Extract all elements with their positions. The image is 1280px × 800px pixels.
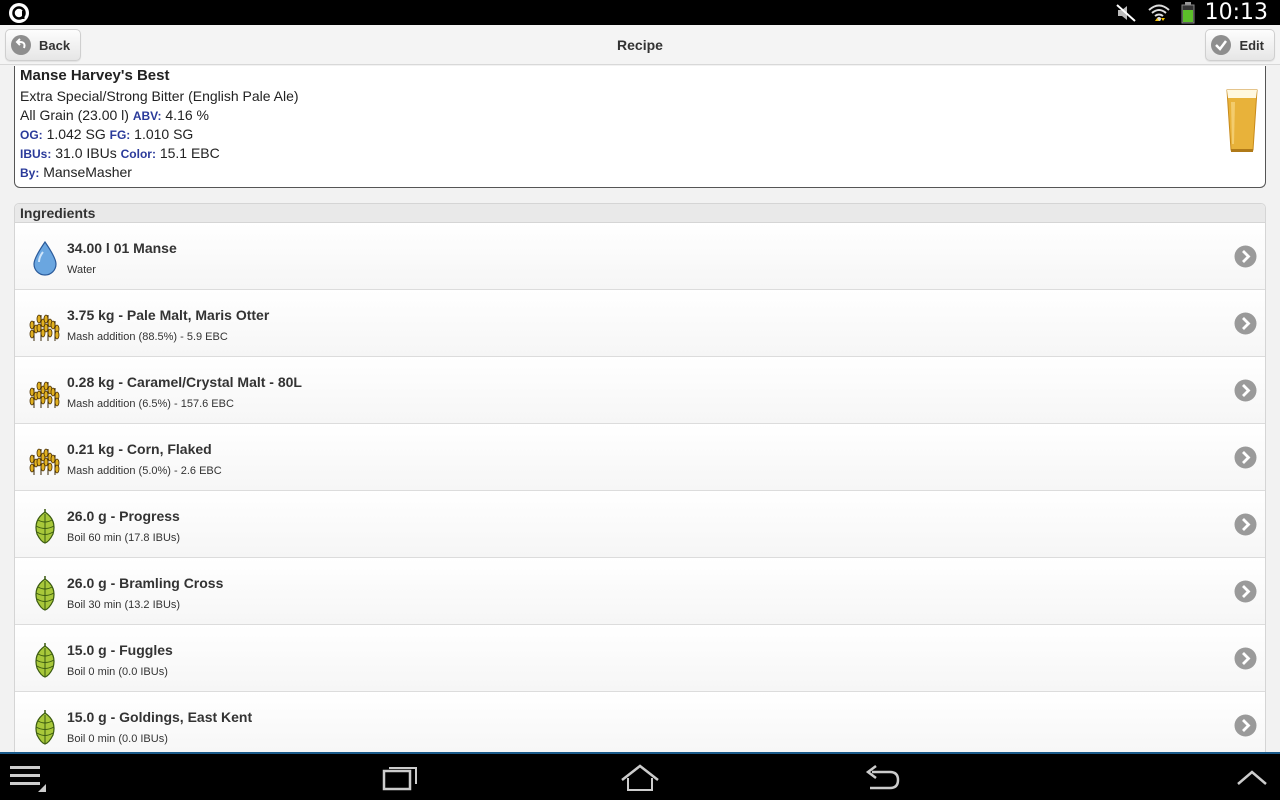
ingredient-row[interactable]: 34.00 l 01 Manse Water: [15, 223, 1265, 290]
menu-icon[interactable]: [8, 762, 48, 794]
ingredient-row[interactable]: 15.0 g - Goldings, East Kent Boil 0 min (…: [15, 692, 1265, 754]
back-button[interactable]: Back: [5, 29, 82, 61]
fg-label: FG:: [109, 128, 131, 142]
ingredients-list: 34.00 l 01 Manse Water 3.75 kg - Pale Malt…: [15, 223, 1265, 754]
grain-icon: [29, 314, 60, 341]
ingredient-title: 34.00 l 01 Manse: [67, 240, 177, 256]
recipe-name: Manse Harvey's Best: [20, 67, 170, 84]
ingredients-panel: Ingredients 34.00 l 01 Manse Water 3.75 kg…: [14, 203, 1266, 755]
hop-icon: [35, 643, 55, 678]
ingredient-title: 3.75 kg - Pale Malt, Maris Otter: [67, 307, 270, 323]
system-nav-bar: [0, 752, 1280, 800]
back-nav-icon[interactable]: [862, 762, 902, 794]
author-value: ManseMasher: [43, 164, 132, 180]
fg-value: 1.010 SG: [134, 126, 194, 142]
edit-button-label: Edit: [1239, 37, 1264, 53]
ingredient-title: 15.0 g - Goldings, East Kent: [67, 709, 253, 725]
ingredient-title: 26.0 g - Bramling Cross: [67, 575, 224, 591]
mute-icon: [1115, 3, 1136, 22]
hop-icon: [35, 509, 55, 544]
hop-icon: [35, 710, 55, 745]
chevron-right-icon: [1234, 446, 1257, 469]
grain-icon: [29, 448, 60, 475]
hop-icon: [35, 576, 55, 611]
ingredient-subtitle: Boil 0 min (0.0 IBUs): [67, 666, 168, 678]
page-title: Recipe: [617, 37, 663, 53]
edit-button[interactable]: Edit: [1205, 29, 1275, 61]
battery-icon: [1181, 1, 1195, 23]
ingredient-title: 0.21 kg - Corn, Flaked: [67, 441, 212, 457]
recipe-type-abv: All Grain (23.00 l) ABV: 4.16 %: [20, 106, 1260, 125]
ibus-label: IBUs:: [20, 147, 52, 161]
ingredient-subtitle: Boil 60 min (17.8 IBUs): [67, 532, 181, 544]
color-label: Color:: [120, 147, 156, 161]
ingredient-subtitle: Boil 0 min (0.0 IBUs): [67, 733, 168, 745]
status-bar: 10:13: [0, 0, 1280, 25]
recipe-author: By: ManseMasher: [20, 163, 1260, 182]
og-value: 1.042 SG: [46, 126, 106, 142]
ingredient-title: 0.28 kg - Caramel/Crystal Malt - 80L: [67, 374, 302, 390]
ingredient-row[interactable]: 15.0 g - Fuggles Boil 0 min (0.0 IBUs): [15, 625, 1265, 692]
chevron-up-icon[interactable]: [1232, 762, 1272, 794]
og-label: OG:: [20, 128, 43, 142]
checkmark-icon: [1211, 35, 1232, 55]
back-arrow-icon: [11, 35, 31, 55]
beer-glass-icon: [1226, 89, 1258, 152]
ingredient-row[interactable]: 26.0 g - Progress Boil 60 min (17.8 IBUs): [15, 491, 1265, 558]
recipe-style: Extra Special/Strong Bitter (English Pal…: [20, 88, 299, 104]
water-drop-icon: [33, 240, 57, 276]
recipe-gravity: OG: 1.042 SG FG: 1.010 SG: [20, 125, 1260, 144]
recipe-type-batch: All Grain (23.00 l): [20, 107, 129, 123]
ingredient-row[interactable]: 26.0 g - Bramling Cross Boil 30 min (13.2…: [15, 558, 1265, 625]
recipe-summary: Manse Harvey's Best Extra Special/Strong…: [14, 66, 1266, 188]
chevron-right-icon: [1234, 513, 1257, 536]
color-value: 15.1 EBC: [159, 145, 220, 161]
ingredient-title: 15.0 g - Fuggles: [67, 642, 173, 658]
ingredient-subtitle: Mash addition (5.0%) - 2.6 EBC: [67, 465, 222, 477]
chevron-right-icon: [1234, 580, 1257, 603]
ingredient-title: 26.0 g - Progress: [67, 508, 180, 524]
abv-value: 4.16 %: [165, 107, 209, 123]
ingredient-subtitle: Mash addition (6.5%) - 157.6 EBC: [67, 398, 234, 410]
recent-apps-icon[interactable]: [380, 762, 420, 794]
recipe-ibu-color: IBUs: 31.0 IBUs Color: 15.1 EBC: [20, 144, 1260, 163]
chevron-right-icon: [1234, 647, 1257, 670]
ingredient-row[interactable]: 3.75 kg - Pale Malt, Maris Otter Mash add…: [15, 290, 1265, 357]
ingredient-subtitle: Mash addition (88.5%) - 5.9 EBC: [67, 331, 228, 343]
wifi-icon: [1147, 4, 1170, 21]
grain-icon: [29, 381, 60, 408]
abv-label: ABV:: [132, 109, 162, 123]
ingredients-header: Ingredients: [15, 204, 1265, 223]
status-clock: 10:13: [1204, 0, 1268, 25]
back-button-label: Back: [39, 37, 71, 53]
chevron-right-icon: [1234, 714, 1257, 737]
by-label: By:: [20, 166, 40, 180]
action-bar: Recipe Back Edit: [0, 25, 1280, 65]
ingredient-row[interactable]: 0.21 kg - Corn, Flaked Mash addition (5.0…: [15, 424, 1265, 491]
ibus-value: 31.0 IBUs: [55, 145, 117, 161]
ingredient-subtitle: Boil 30 min (13.2 IBUs): [67, 599, 181, 611]
ingredient-row[interactable]: 0.28 kg - Caramel/Crystal Malt - 80L Mash…: [15, 357, 1265, 424]
ingredient-subtitle: Water: [67, 264, 96, 276]
home-icon[interactable]: [620, 762, 660, 794]
app-notification-icon: [9, 3, 29, 23]
chevron-right-icon: [1234, 245, 1257, 268]
chevron-right-icon: [1234, 312, 1257, 335]
chevron-right-icon: [1234, 379, 1257, 402]
